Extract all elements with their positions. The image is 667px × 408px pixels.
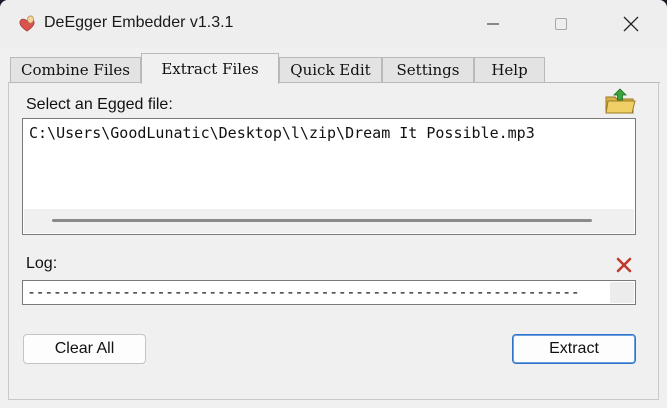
log-scrollbar[interactable] bbox=[610, 282, 634, 303]
maximize-button[interactable] bbox=[538, 0, 584, 48]
tab-help[interactable]: Help bbox=[474, 57, 545, 82]
tab-label: Combine Files bbox=[20, 61, 130, 79]
tab-quick-edit[interactable]: Quick Edit bbox=[279, 57, 382, 82]
maximize-icon bbox=[555, 18, 567, 30]
window-title: DeEgger Embedder v1.3.1 bbox=[44, 14, 234, 31]
file-path-text: C:\Users\GoodLunatic\Desktop\l\zip\Dream… bbox=[29, 124, 535, 142]
minimize-icon bbox=[487, 23, 499, 25]
tab-strip: Combine Files Extract Files Quick Edit S… bbox=[10, 53, 560, 84]
title-bar[interactable]: DeEgger Embedder v1.3.1 bbox=[0, 0, 667, 48]
extract-button[interactable]: Extract bbox=[512, 334, 636, 364]
clear-all-button[interactable]: Clear All bbox=[23, 334, 146, 364]
clear-log-icon[interactable] bbox=[614, 255, 634, 275]
close-button[interactable] bbox=[608, 0, 654, 48]
scrollbar-thumb[interactable] bbox=[52, 219, 592, 222]
tab-settings[interactable]: Settings bbox=[382, 57, 474, 82]
tab-extract-files[interactable]: Extract Files bbox=[141, 53, 279, 84]
clear-all-label: Clear All bbox=[54, 340, 115, 357]
horizontal-scrollbar[interactable] bbox=[24, 209, 634, 233]
open-folder-icon[interactable] bbox=[603, 88, 637, 116]
extract-label: Extract bbox=[549, 340, 599, 357]
minimize-button[interactable] bbox=[470, 0, 516, 48]
app-icon bbox=[19, 15, 35, 32]
app-window: DeEgger Embedder v1.3.1 Combine Files Ex… bbox=[0, 0, 667, 408]
tab-label: Settings bbox=[396, 61, 460, 79]
tab-combine-files[interactable]: Combine Files bbox=[10, 57, 141, 82]
tab-label: Extract Files bbox=[161, 60, 259, 78]
close-icon bbox=[623, 16, 639, 32]
tab-label: Help bbox=[491, 61, 528, 79]
file-path-box[interactable]: C:\Users\GoodLunatic\Desktop\l\zip\Dream… bbox=[22, 118, 636, 235]
log-box[interactable]: ----------------------------------------… bbox=[22, 280, 636, 305]
log-label: Log: bbox=[26, 255, 58, 272]
tab-label: Quick Edit bbox=[290, 61, 371, 79]
log-text: ----------------------------------------… bbox=[27, 283, 580, 301]
select-file-label: Select an Egged file: bbox=[26, 96, 173, 113]
